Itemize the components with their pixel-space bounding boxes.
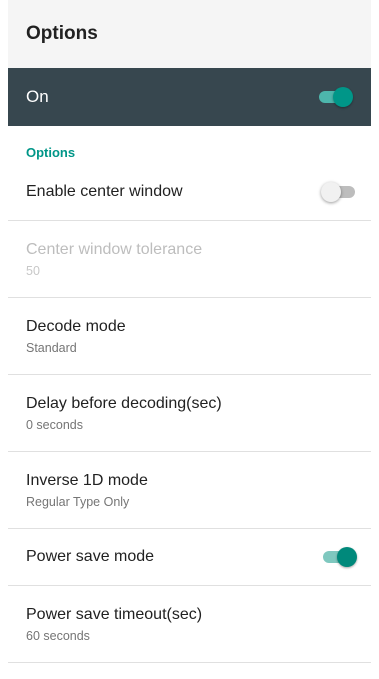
setting-title: Delay before decoding(sec) <box>26 394 222 412</box>
master-switch-label: On <box>26 87 49 106</box>
enable-center-window-toggle[interactable] <box>321 181 357 203</box>
power-save-mode-toggle[interactable] <box>321 546 357 568</box>
setting-title: Decode mode <box>26 317 126 335</box>
switch-thumb <box>333 87 353 107</box>
setting-title: Inverse 1D mode <box>26 471 148 489</box>
decode-mode-row[interactable]: Decode mode Standard <box>8 298 371 375</box>
power-save-mode-row[interactable]: Power save mode <box>8 529 371 586</box>
setting-summary: 50 <box>26 263 40 278</box>
inverse-1d-mode-row[interactable]: Inverse 1D mode Regular Type Only <box>8 452 371 529</box>
master-switch-bar[interactable]: On <box>8 68 371 126</box>
app-bar: Options <box>8 0 371 68</box>
enable-center-window-row[interactable]: Enable center window <box>8 164 371 221</box>
power-save-timeout-row[interactable]: Power save timeout(sec) 60 seconds <box>8 586 371 663</box>
setting-title: Power save mode <box>26 548 155 565</box>
page-title: Options <box>26 23 98 44</box>
setting-title: Enable center window <box>26 183 183 200</box>
setting-summary: 0 seconds <box>26 417 83 432</box>
setting-summary: Standard <box>26 340 77 355</box>
section-header-options: Options <box>26 145 76 160</box>
setting-summary: 60 seconds <box>26 628 90 643</box>
setting-title: Power save timeout(sec) <box>26 605 203 623</box>
master-toggle-switch[interactable] <box>317 86 353 108</box>
switch-thumb <box>321 182 341 202</box>
delay-before-decoding-row[interactable]: Delay before decoding(sec) 0 seconds <box>8 375 371 452</box>
options-screen: Options On Options Enable center window … <box>8 0 371 679</box>
center-window-tolerance-row: Center window tolerance 50 <box>8 221 371 298</box>
switch-thumb <box>337 547 357 567</box>
setting-title: Center window tolerance <box>26 240 203 258</box>
setting-summary: Regular Type Only <box>26 494 130 509</box>
